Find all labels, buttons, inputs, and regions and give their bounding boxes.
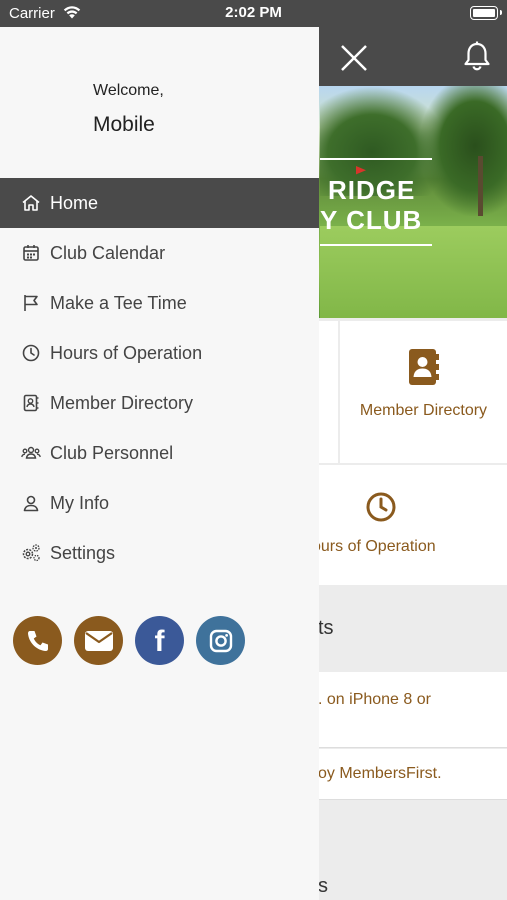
news-item[interactable]: . on iPhone 8 or (318, 672, 507, 748)
facebook-button[interactable]: f (135, 616, 184, 665)
menu-item-label: Club Calendar (50, 242, 166, 263)
clock-icon (22, 344, 40, 362)
flag-icon (24, 295, 38, 311)
side-drawer: Welcome, Mobile Home Club Calendar Make … (0, 27, 319, 900)
tile-partial[interactable] (318, 321, 338, 463)
clock-time: 2:02 PM (225, 4, 282, 21)
menu-item-label: Make a Tee Time (50, 292, 187, 313)
menu-item-label: Settings (50, 542, 116, 563)
menu-item-hours-of-operation[interactable]: Hours of Operation (0, 328, 319, 378)
member-directory-tile[interactable]: Member Directory (340, 321, 507, 463)
member-directory-label: Member Directory (359, 402, 488, 419)
envelope-icon (84, 630, 113, 651)
news-text: . on iPhone 8 or (318, 691, 431, 708)
contact-book-icon (409, 349, 439, 385)
battery-icon (470, 6, 502, 20)
phone-button[interactable] (13, 616, 62, 665)
username-label: Mobile (93, 113, 155, 136)
fairway-graphic (320, 226, 507, 318)
instagram-button[interactable] (196, 616, 245, 665)
bell-icon[interactable] (460, 39, 494, 73)
hours-label: ours of Operation (312, 538, 436, 555)
tree-graphic (420, 86, 507, 216)
social-links: f (0, 616, 319, 666)
logo-divider (320, 244, 432, 246)
menu-item-label: My Info (50, 492, 110, 513)
hours-of-operation-tile[interactable]: ours of Operation (312, 465, 507, 585)
instagram-icon (209, 629, 232, 652)
close-icon[interactable] (338, 42, 370, 74)
section-title: ts (318, 617, 334, 639)
drawer-menu: Home Club Calendar Make a Tee Time Hours… (0, 178, 319, 578)
news-item[interactable]: oy MembersFirst. (318, 749, 507, 800)
club-logo-line2: Y CLUB (320, 205, 423, 235)
club-logo-line1: RIDGE (328, 175, 416, 205)
gears-icon (22, 544, 40, 562)
menu-item-my-info[interactable]: My Info (0, 478, 319, 528)
phone-icon (27, 630, 48, 651)
logo-divider (320, 158, 432, 160)
user-icon (23, 495, 39, 512)
menu-item-label: Home (50, 192, 99, 213)
email-button[interactable] (74, 616, 123, 665)
users-icon (21, 446, 41, 459)
home-icon (22, 195, 40, 211)
welcome-label: Welcome, (93, 82, 164, 99)
menu-item-label: Member Directory (50, 392, 194, 413)
menu-item-club-personnel[interactable]: Club Personnel (0, 428, 319, 478)
news-text: oy MembersFirst. (318, 765, 442, 782)
menu-item-label: Club Personnel (50, 442, 174, 463)
tree-trunk (478, 156, 483, 216)
contact-book-icon (23, 394, 39, 412)
clock-icon (366, 492, 396, 522)
menu-item-club-calendar[interactable]: Club Calendar (0, 228, 319, 278)
menu-item-home[interactable]: Home (0, 178, 319, 228)
menu-item-label: Hours of Operation (50, 342, 203, 363)
menu-item-settings[interactable]: Settings (0, 528, 319, 578)
menu-item-make-a-tee-time[interactable]: Make a Tee Time (0, 278, 319, 328)
status-bar: Carrier 2:02 PM (0, 0, 507, 27)
section-title: s (318, 875, 328, 897)
calendar-icon (23, 245, 39, 261)
facebook-icon: f (154, 624, 165, 658)
menu-item-member-directory[interactable]: Member Directory (0, 378, 319, 428)
